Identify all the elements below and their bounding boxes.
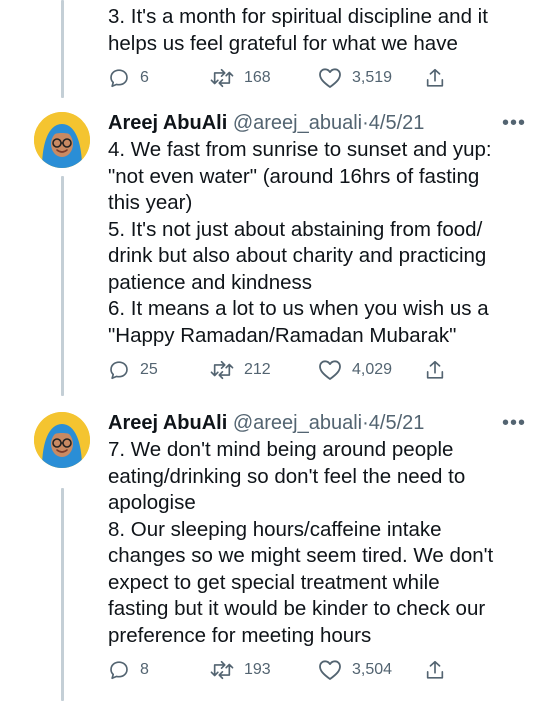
tweet-text: 7. We don't mind being around people eat… — [108, 438, 494, 647]
tweet-actions: 8 193 3,504 — [108, 659, 526, 689]
tweet-actions: 25 212 4,029 — [108, 359, 526, 389]
like-icon — [319, 360, 341, 380]
tweet[interactable]: Areej AbuAli @areej_abuali·4/5/21 ••• 4.… — [0, 100, 540, 400]
retweet-button[interactable]: 212 — [210, 359, 271, 381]
author-handle[interactable]: @areej_abuali — [233, 412, 362, 434]
like-count: 3,504 — [352, 661, 393, 678]
reply-icon — [110, 661, 128, 680]
retweet-icon — [210, 360, 234, 380]
tweet[interactable]: Areej AbuAli @areej_abuali·4/5/21 ••• 7.… — [0, 400, 540, 701]
avatar-illustration — [34, 412, 90, 468]
retweet-button[interactable]: 193 — [210, 659, 271, 681]
retweet-count: 193 — [244, 661, 271, 678]
share-icon — [426, 660, 444, 679]
reply-count: 6 — [140, 69, 149, 86]
retweet-icon — [210, 660, 234, 680]
like-button[interactable]: 3,519 — [318, 67, 392, 89]
like-icon — [319, 660, 341, 680]
tweet-text: 4. We fast from sunrise to sunset and yu… — [108, 138, 492, 347]
avatar[interactable] — [34, 112, 90, 168]
share-button[interactable] — [424, 67, 446, 89]
retweet-icon — [210, 68, 234, 88]
reply-count: 25 — [140, 361, 158, 378]
reply-count: 8 — [140, 661, 149, 678]
tweet-header: Areej AbuAli @areej_abuali·4/5/21 ••• — [108, 410, 526, 436]
like-count: 4,029 — [352, 361, 393, 378]
reply-button[interactable]: 6 — [108, 67, 149, 89]
avatar[interactable] — [34, 412, 90, 468]
tweet-header: Areej AbuAli @areej_abuali·4/5/21 ••• — [108, 110, 526, 136]
avatar-illustration — [34, 112, 90, 168]
more-icon[interactable]: ••• — [502, 410, 526, 436]
retweet-count: 168 — [244, 69, 271, 86]
like-button[interactable]: 3,504 — [318, 659, 392, 681]
like-count: 3,519 — [352, 69, 393, 86]
tweet-actions: 6 168 3,519 — [108, 67, 526, 97]
share-icon — [426, 360, 444, 379]
separator-dot: · — [362, 412, 369, 434]
author-handle[interactable]: @areej_abuali — [233, 112, 362, 134]
like-button[interactable]: 4,029 — [318, 359, 392, 381]
reply-icon — [110, 361, 128, 380]
share-button[interactable] — [424, 659, 446, 681]
tweet[interactable]: 3. It's a month for spiritual discipline… — [0, 0, 540, 100]
reply-button[interactable]: 8 — [108, 659, 149, 681]
tweet-date[interactable]: 4/5/21 — [369, 412, 425, 434]
reply-icon — [110, 69, 128, 88]
tweet-date[interactable]: 4/5/21 — [369, 112, 425, 134]
author-name[interactable]: Areej AbuAli — [108, 412, 227, 434]
retweet-count: 212 — [244, 361, 271, 378]
reply-button[interactable]: 25 — [108, 359, 158, 381]
more-icon[interactable]: ••• — [502, 110, 526, 136]
author-name[interactable]: Areej AbuAli — [108, 112, 227, 134]
separator-dot: · — [362, 112, 369, 134]
share-button[interactable] — [424, 359, 446, 381]
retweet-button[interactable]: 168 — [210, 67, 271, 89]
tweet-text: 3. It's a month for spiritual discipline… — [108, 5, 488, 55]
like-icon — [319, 68, 341, 88]
share-icon — [426, 68, 444, 87]
